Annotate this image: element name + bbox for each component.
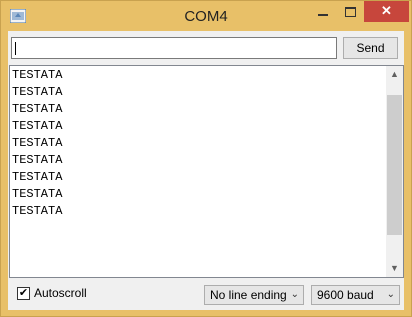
baud-rate-select[interactable]: 9600 baud ⌄ <box>311 285 400 305</box>
scrollbar-thumb[interactable] <box>387 95 402 235</box>
serial-output[interactable]: TESTATA TESTATA TESTATA TESTATA TESTATA TESTA… <box>9 65 404 278</box>
monitor-body: Send TESTATA TESTATA TESTATA TESTATA TESTATA… <box>8 31 404 310</box>
title-bar[interactable]: COM4 ✕ <box>1 1 411 32</box>
minimize-button[interactable] <box>310 1 337 22</box>
line-ending-value: No line ending <box>210 288 287 302</box>
close-button[interactable]: ✕ <box>364 1 409 22</box>
text-caret <box>15 42 16 55</box>
output-line: TESTATA <box>12 68 63 82</box>
close-icon: ✕ <box>381 3 392 18</box>
vertical-scrollbar[interactable]: ▲ ▼ <box>386 66 403 277</box>
send-button[interactable]: Send <box>343 37 398 59</box>
output-lines: TESTATA TESTATA TESTATA TESTATA TESTATA TESTA… <box>12 67 62 220</box>
autoscroll-checkbox[interactable]: ✔ <box>17 287 30 300</box>
serial-input[interactable] <box>11 37 337 59</box>
checkmark-icon: ✔ <box>18 287 29 299</box>
output-line: TESTATA <box>12 119 63 133</box>
chevron-down-icon[interactable]: ▼ <box>386 260 403 277</box>
chevron-up-icon[interactable]: ▲ <box>386 66 403 83</box>
maximize-icon <box>345 7 356 17</box>
autoscroll-label: Autoscroll <box>34 286 87 300</box>
output-line: TESTATA <box>12 153 63 167</box>
line-ending-select[interactable]: No line ending ⌄ <box>204 285 304 305</box>
output-line: TESTATA <box>12 136 63 150</box>
maximize-button[interactable] <box>337 1 364 22</box>
baud-rate-value: 9600 baud <box>317 288 374 302</box>
minimize-icon <box>318 14 328 16</box>
output-line: TESTATA <box>12 204 63 218</box>
chevron-down-icon: ⌄ <box>386 289 395 300</box>
serial-monitor-window: COM4 ✕ Send TESTATA TESTATA TESTATA TESTATA… <box>0 0 412 317</box>
output-line: TESTATA <box>12 170 63 184</box>
output-line: TESTATA <box>12 102 63 116</box>
chevron-down-icon: ⌄ <box>290 289 299 300</box>
output-line: TESTATA <box>12 187 63 201</box>
output-line: TESTATA <box>12 85 63 99</box>
